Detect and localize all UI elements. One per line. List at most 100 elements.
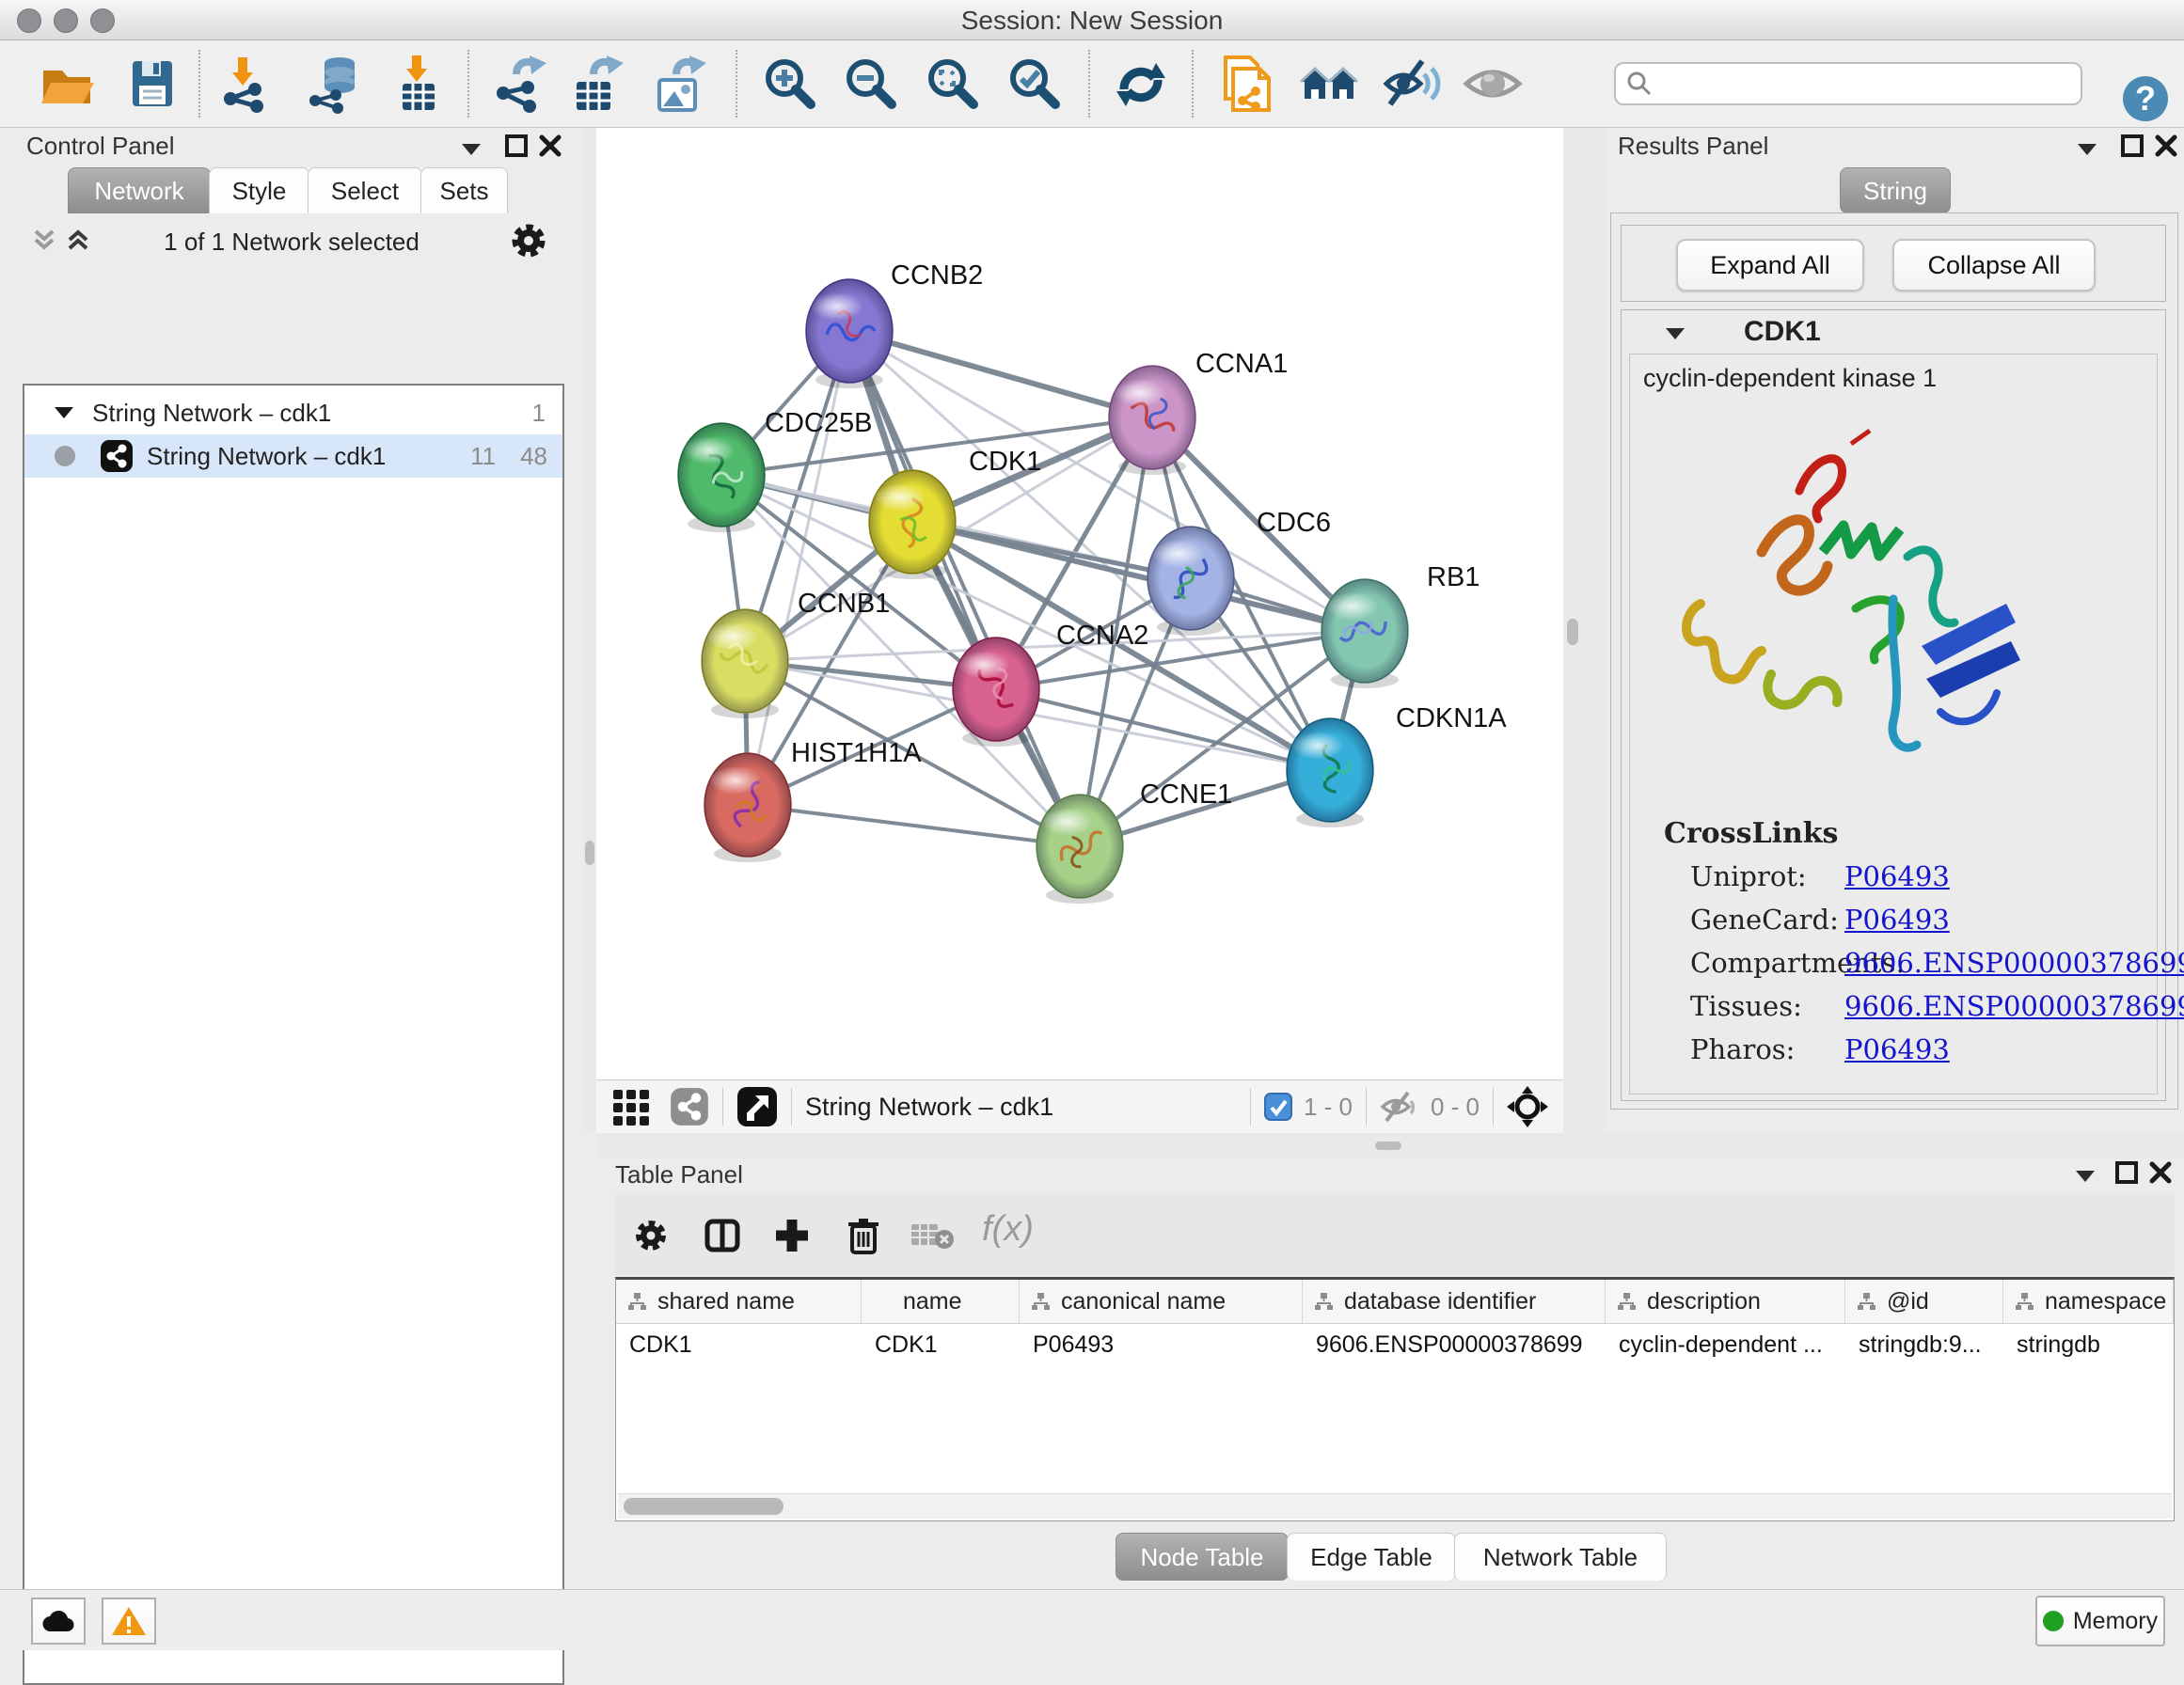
- results-panel-maximize-icon[interactable]: [2120, 134, 2144, 158]
- home-pages-icon[interactable]: [1299, 54, 1359, 114]
- crosslink-tissues-link[interactable]: 9606.ENSP00000378699: [1844, 990, 2184, 1022]
- node-CDC25B[interactable]: CDC25B: [678, 408, 872, 532]
- import-database-icon[interactable]: [304, 54, 364, 114]
- table-cell[interactable]: CDK1: [862, 1323, 1020, 1366]
- warnings-button[interactable]: [102, 1598, 156, 1645]
- expand-all-button[interactable]: Expand All: [1676, 239, 1864, 291]
- crosslink-genecard-link[interactable]: P06493: [1844, 904, 1950, 936]
- table-cell[interactable]: 9606.ENSP00000378699: [1303, 1323, 1606, 1366]
- network-canvas[interactable]: CCNB2CCNA1CDC25BCDK1CDC6RB1CCNB1CCNA2CDK…: [596, 128, 1563, 1079]
- refresh-icon[interactable]: [1111, 54, 1171, 114]
- network-row-selected[interactable]: String Network – cdk1 11 48: [24, 434, 562, 478]
- export-network-icon[interactable]: [488, 54, 548, 114]
- table-horizontal-scrollbar[interactable]: [618, 1493, 2172, 1519]
- table-panel-maximize-icon[interactable]: [2114, 1160, 2139, 1185]
- tab-edge-table[interactable]: Edge Table: [1287, 1533, 1456, 1581]
- window-title: Session: New Session: [0, 6, 2184, 36]
- table-cell[interactable]: stringdb:9...: [1845, 1323, 2003, 1366]
- node-table[interactable]: shared nameCDK1nameCDK1canonical nameP06…: [615, 1277, 2175, 1521]
- column-header-canonical-name[interactable]: canonical name: [1020, 1280, 1303, 1323]
- grid-view-icon[interactable]: [611, 1086, 653, 1127]
- tab-select[interactable]: Select: [308, 167, 422, 213]
- edge-HIST1H1A-CCNE1[interactable]: [748, 805, 1080, 846]
- cloud-status-button[interactable]: [31, 1598, 86, 1645]
- string-document-icon[interactable]: [1218, 54, 1278, 114]
- hide-selected-eye-icon[interactable]: [1381, 54, 1441, 114]
- tab-network-table[interactable]: Network Table: [1454, 1533, 1667, 1581]
- save-session-icon[interactable]: [121, 54, 182, 114]
- tab-node-table[interactable]: Node Table: [1116, 1533, 1289, 1581]
- column-header-description[interactable]: description: [1606, 1280, 1845, 1323]
- toolbar-separator: [722, 1088, 723, 1126]
- scrollbar-thumb[interactable]: [624, 1498, 783, 1515]
- table-cell[interactable]: cyclin-dependent ...: [1606, 1323, 1845, 1366]
- node-CCNA1[interactable]: CCNA1: [1109, 349, 1288, 475]
- tab-sets[interactable]: Sets: [420, 167, 508, 213]
- network-options-gear-icon[interactable]: [508, 220, 549, 261]
- results-panel-float-icon[interactable]: [2075, 139, 2099, 158]
- node-HIST1H1A[interactable]: HIST1H1A: [704, 738, 922, 862]
- help-icon[interactable]: ?: [2121, 74, 2170, 123]
- splitter-handle[interactable]: [585, 841, 594, 865]
- node-CDKN1A[interactable]: CDKN1A: [1287, 703, 1507, 827]
- node-CCNB1[interactable]: CCNB1: [702, 589, 890, 718]
- open-session-icon[interactable]: [36, 54, 96, 114]
- delete-column-icon[interactable]: [845, 1215, 882, 1256]
- memory-button[interactable]: Memory: [2035, 1596, 2165, 1646]
- table-gear-icon[interactable]: [632, 1217, 670, 1254]
- window-titlebar: Session: New Session: [0, 0, 2184, 40]
- expand-all-networks-icon[interactable]: [64, 226, 92, 254]
- table-cell[interactable]: CDK1: [616, 1323, 862, 1366]
- column-header-name[interactable]: name: [862, 1280, 1020, 1323]
- splitter-handle[interactable]: [1567, 619, 1578, 645]
- column-header-database-identifier[interactable]: database identifier: [1303, 1280, 1606, 1323]
- node-RB1[interactable]: RB1: [1321, 562, 1480, 688]
- network-collection-row[interactable]: String Network – cdk1 1: [24, 391, 562, 434]
- control-panel-close-icon[interactable]: [538, 134, 562, 158]
- control-panel-maximize-icon[interactable]: [504, 134, 529, 158]
- zoom-in-icon[interactable]: [760, 54, 820, 114]
- zoom-selected-icon[interactable]: [1005, 54, 1065, 114]
- node-CCNA2[interactable]: CCNA2: [953, 621, 1148, 747]
- table-panel-close-icon[interactable]: [2148, 1160, 2173, 1185]
- birdseye-view-icon[interactable]: [736, 1086, 778, 1127]
- table-cell[interactable]: P06493: [1020, 1323, 1303, 1366]
- node-CCNE1[interactable]: CCNE1: [1037, 780, 1232, 904]
- column-header-namespace[interactable]: namespace: [2003, 1280, 2174, 1323]
- edge-CCNB2-HIST1H1A[interactable]: [748, 331, 849, 805]
- column-header-@id[interactable]: @id: [1845, 1280, 2003, 1323]
- collection-expand-icon[interactable]: [53, 404, 75, 421]
- fit-content-crosshair-icon[interactable]: [1507, 1086, 1548, 1127]
- edge-CDK1-RB1[interactable]: [912, 522, 1365, 631]
- zoom-out-icon[interactable]: [841, 54, 901, 114]
- string-network-graph[interactable]: CCNB2CCNA1CDC25BCDK1CDC6RB1CCNB1CCNA2CDK…: [596, 128, 1563, 1079]
- import-table-icon[interactable]: [388, 54, 448, 114]
- string-share-icon[interactable]: [670, 1087, 709, 1126]
- search-input[interactable]: [1614, 62, 2082, 105]
- control-panel-float-icon[interactable]: [459, 139, 483, 158]
- expand-collapse-box: Expand All Collapse All: [1621, 225, 2166, 302]
- results-panel-close-icon[interactable]: [2154, 134, 2178, 158]
- collapse-all-button[interactable]: Collapse All: [1892, 239, 2096, 291]
- zoom-fit-icon[interactable]: [923, 54, 983, 114]
- export-table-icon[interactable]: [565, 54, 625, 114]
- crosslink-uniprot-link[interactable]: P06493: [1844, 860, 1950, 892]
- show-columns-icon[interactable]: [704, 1217, 741, 1254]
- gene-collapse-icon[interactable]: [1663, 323, 1687, 342]
- selected-checkbox-icon[interactable]: [1264, 1093, 1292, 1121]
- table-panel-float-icon[interactable]: [2073, 1166, 2097, 1185]
- crosslink-pharos-link[interactable]: P06493: [1844, 1033, 1950, 1065]
- node-CCNB2[interactable]: CCNB2: [806, 260, 983, 388]
- column-header-shared-name[interactable]: shared name: [616, 1280, 862, 1323]
- table-cell[interactable]: stringdb: [2003, 1323, 2174, 1366]
- export-image-icon[interactable]: [648, 54, 708, 114]
- tab-network[interactable]: Network: [68, 167, 211, 213]
- tab-string-results[interactable]: String: [1840, 167, 1951, 213]
- add-column-icon[interactable]: [773, 1217, 811, 1254]
- crosslink-compartments-link[interactable]: 9606.ENSP00000378699: [1844, 947, 2184, 979]
- vertical-splitter-left[interactable]: [583, 128, 596, 1132]
- splitter-handle[interactable]: [1375, 1142, 1401, 1150]
- collapse-all-networks-icon[interactable]: [30, 226, 58, 254]
- import-network-icon[interactable]: [214, 54, 274, 114]
- tab-style[interactable]: Style: [209, 167, 309, 213]
